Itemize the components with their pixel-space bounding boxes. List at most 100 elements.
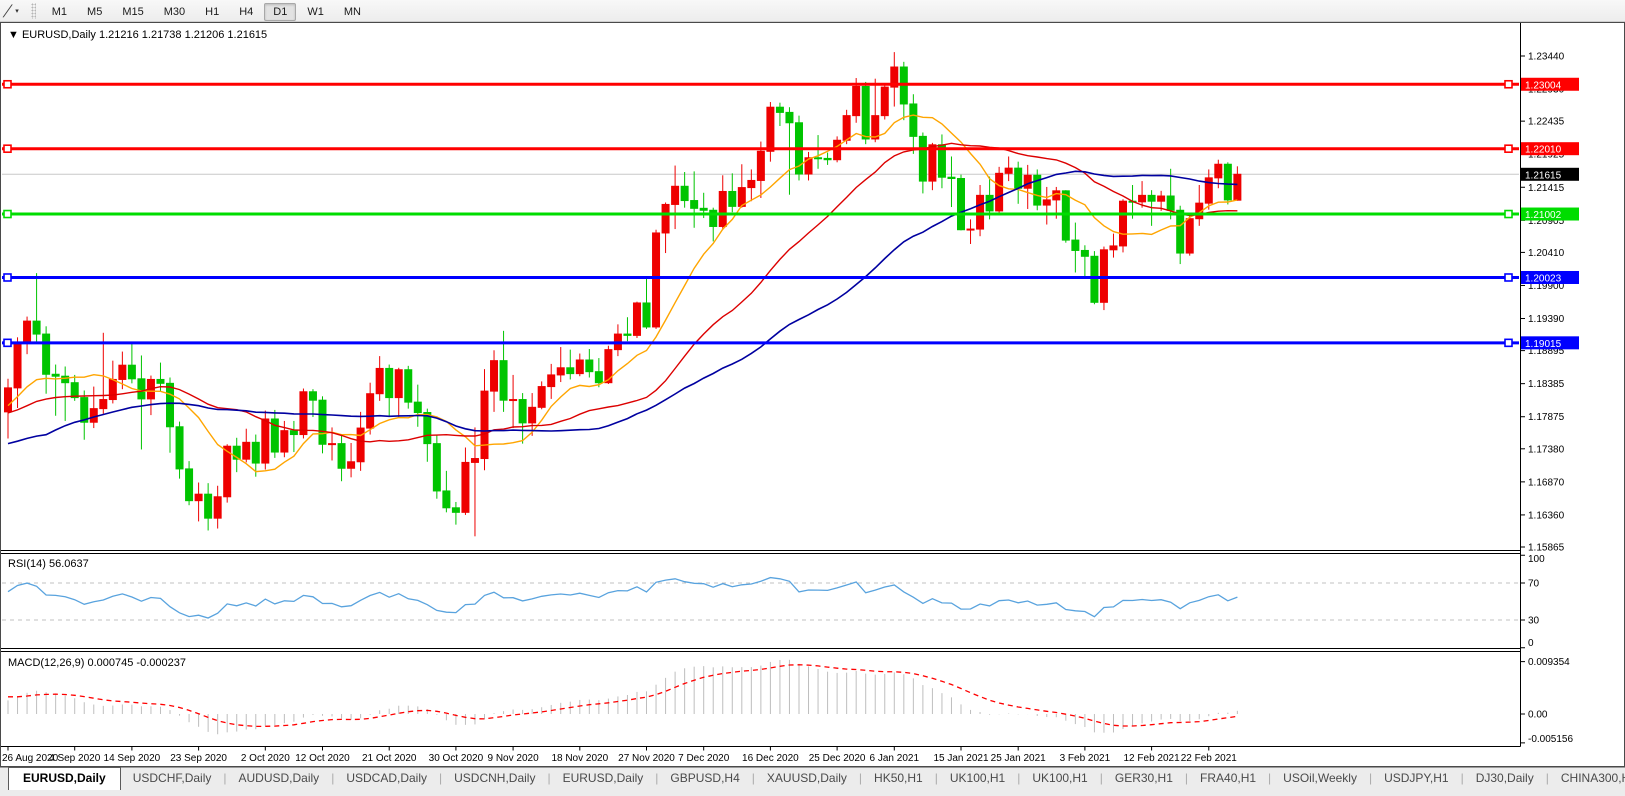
tab-uk100-h1[interactable]: UK100,H1: [1020, 768, 1099, 789]
hline-handle[interactable]: [1505, 274, 1512, 281]
tab-dj30-daily[interactable]: DJ30,Daily: [1464, 768, 1546, 789]
tab-china300-h1[interactable]: CHINA300,H1: [1549, 768, 1625, 789]
hline-handle[interactable]: [1505, 81, 1512, 88]
candle-up: [90, 409, 97, 423]
candle-down: [1072, 240, 1079, 250]
hline-handle[interactable]: [4, 211, 11, 218]
candle-up: [576, 360, 583, 374]
dropdown-caret-icon: ▾: [15, 7, 19, 15]
tab-fra40-h1[interactable]: FRA40,H1: [1188, 768, 1268, 789]
candle-up: [195, 494, 202, 500]
timeframe-button-D1[interactable]: D1: [264, 3, 296, 21]
candle-up: [1215, 164, 1222, 178]
candle-up: [5, 388, 12, 412]
price-line-label-text: 1.23004: [1525, 80, 1562, 91]
candle-up: [395, 370, 402, 398]
timeframe-button-M1[interactable]: M1: [43, 3, 76, 21]
hline-handle[interactable]: [4, 81, 11, 88]
candle-down: [1148, 195, 1155, 201]
candle-up: [348, 462, 355, 468]
candle-up: [996, 173, 1003, 211]
candle-up: [853, 86, 860, 115]
chart-ohlc-title: ▼ EURUSD,Daily 1.21216 1.21738 1.21206 1…: [8, 29, 267, 41]
timeframe-button-H1[interactable]: H1: [196, 3, 228, 21]
tab-xauusd-daily[interactable]: XAUUSD,Daily: [755, 768, 859, 789]
rsi-tick-label: 30: [1528, 616, 1540, 627]
candle-up: [757, 151, 764, 180]
candle-up: [529, 407, 536, 423]
candle-down: [919, 136, 926, 181]
price-line-label-text: 1.21002: [1525, 210, 1562, 221]
chart-canvas[interactable]: 1.234401.229301.224351.219251.214151.209…: [0, 22, 1625, 767]
candle-up: [376, 368, 383, 393]
timeframe-buttons: M1M5M15M30H1H4D1W1MN: [42, 2, 371, 20]
hline-handle[interactable]: [4, 274, 11, 281]
candle-up: [929, 145, 936, 181]
candle-up: [672, 186, 679, 204]
tab-usdjpy-h1[interactable]: USDJPY,H1: [1372, 768, 1460, 789]
candle-up: [471, 459, 478, 463]
candle-down: [309, 392, 316, 400]
toolbar-grip: [31, 3, 36, 19]
candle-down: [1167, 196, 1174, 210]
candle-up: [1043, 200, 1050, 205]
candle-down: [386, 368, 393, 397]
timeframe-button-H4[interactable]: H4: [230, 3, 262, 21]
hline-handle[interactable]: [1505, 211, 1512, 218]
candle-up: [329, 444, 336, 445]
price-line-label-text: 1.20023: [1525, 273, 1562, 284]
candle-up: [367, 394, 374, 428]
hline-handle[interactable]: [4, 145, 11, 152]
hline-handle[interactable]: [1505, 339, 1512, 346]
candle-down: [443, 491, 450, 508]
candle-down: [167, 383, 174, 426]
timeframe-button-W1[interactable]: W1: [298, 3, 333, 21]
candle-down: [824, 158, 831, 159]
tab-gbpusd-h4[interactable]: GBPUSD,H4: [658, 768, 751, 789]
candle-up: [1158, 196, 1165, 201]
tab-audusd-daily[interactable]: AUDUSD,Daily: [227, 768, 332, 789]
candle-up: [100, 400, 107, 409]
candle-down: [519, 400, 526, 423]
candle-down: [1177, 210, 1184, 253]
candle-down: [786, 112, 793, 122]
tab-uk100-h1[interactable]: UK100,H1: [938, 768, 1017, 789]
candle-up: [1234, 174, 1241, 200]
tab-usoil-weekly[interactable]: USOil,Weekly: [1271, 768, 1369, 789]
time-tick-label: 15 Jan 2021: [933, 753, 988, 764]
candle-up: [843, 116, 850, 141]
tab-eurusd-daily[interactable]: EURUSD,Daily: [551, 768, 656, 789]
candle-down: [691, 201, 698, 209]
time-tick-label: 22 Feb 2021: [1181, 753, 1238, 764]
candle-down: [414, 402, 421, 412]
candle-up: [977, 195, 984, 229]
candle-down: [452, 508, 459, 513]
candle-up: [224, 446, 231, 497]
candle-down: [62, 376, 69, 382]
candle-down: [958, 179, 965, 230]
tab-eurusd-daily[interactable]: EURUSD,Daily: [8, 767, 121, 790]
cursor-tool-button[interactable]: ╱ ▾: [0, 0, 25, 21]
timeframe-button-MN[interactable]: MN: [335, 3, 370, 21]
tab-hk50-h1[interactable]: HK50,H1: [862, 768, 935, 789]
candle-down: [624, 334, 631, 335]
time-tick-label: 16 Dec 2020: [742, 753, 799, 764]
hline-handle[interactable]: [4, 339, 11, 346]
candle-down: [405, 370, 412, 402]
macd-tick-label: 0.009354: [1528, 657, 1570, 668]
timeframe-button-M5[interactable]: M5: [78, 3, 111, 21]
timeframe-button-M30[interactable]: M30: [155, 3, 194, 21]
tab-usdcnh-daily[interactable]: USDCNH,Daily: [442, 768, 547, 789]
timeframe-button-M15[interactable]: M15: [113, 3, 152, 21]
macd-tick-label: -0.005156: [1528, 734, 1573, 745]
time-tick-label: 6 Jan 2021: [870, 753, 920, 764]
tab-usdchf-daily[interactable]: USDCHF,Daily: [121, 768, 224, 789]
tab-ger30-h1[interactable]: GER30,H1: [1103, 768, 1185, 789]
candle-down: [948, 177, 955, 178]
tab-usdcad-daily[interactable]: USDCAD,Daily: [334, 768, 439, 789]
candle-down: [681, 186, 688, 200]
candle-up: [1024, 175, 1031, 188]
candle-up: [510, 400, 517, 401]
time-tick-label: 25 Dec 2020: [809, 753, 866, 764]
hline-handle[interactable]: [1505, 145, 1512, 152]
